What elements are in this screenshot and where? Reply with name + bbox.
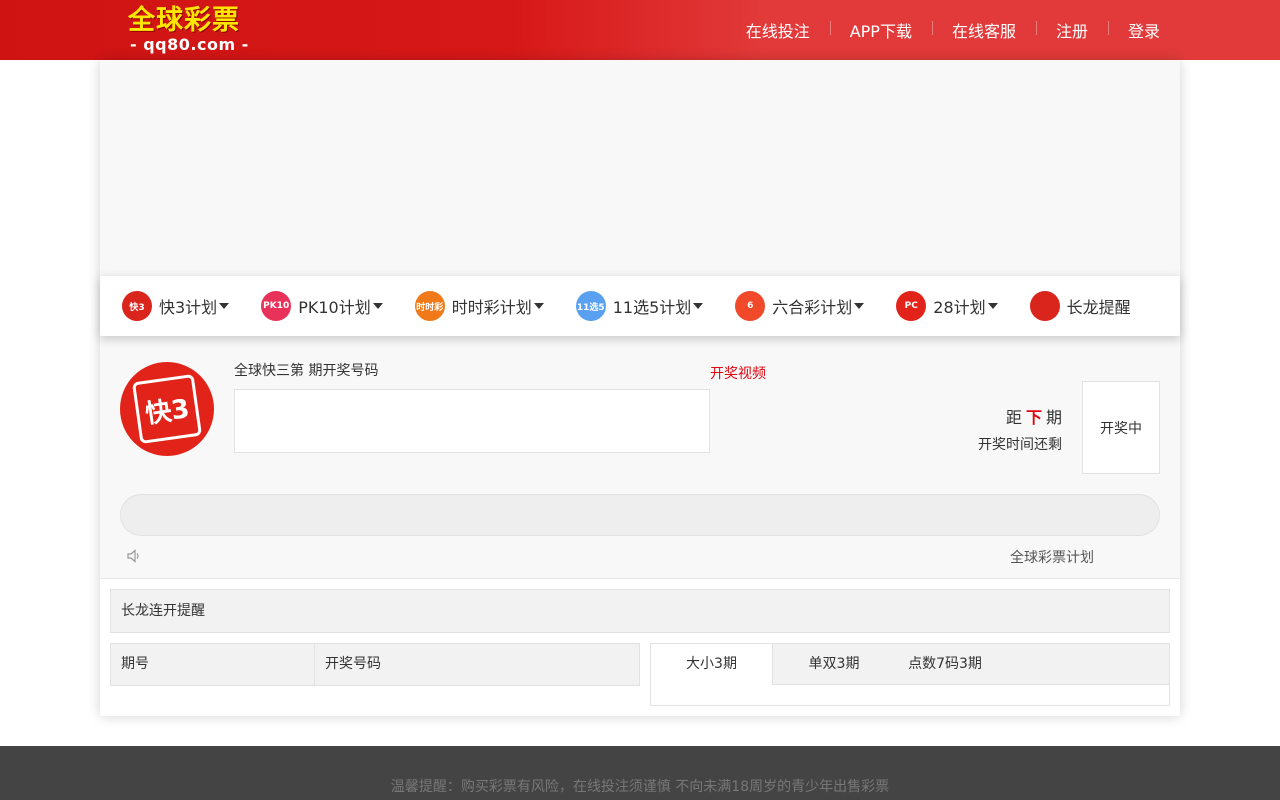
draw-status-box: 开奖中 xyxy=(1082,381,1160,474)
pc28-icon: PC xyxy=(896,291,927,321)
history-table-header: 期号 开奖号码 xyxy=(110,643,640,686)
tab-label: 快3计划 xyxy=(159,298,218,317)
tab-label: 六合彩计划 xyxy=(772,298,853,317)
tab-k3[interactable]: 快3 快3计划 xyxy=(122,276,230,336)
caret-down-icon xyxy=(987,303,998,309)
tab-label: 11选5计划 xyxy=(612,298,692,317)
next-highlight: 下 xyxy=(1025,408,1042,427)
site-header: 全球彩票 - qq80.com - 在线投注 APP下载 在线客服 注册 登录 xyxy=(0,0,1280,60)
tab-dragon[interactable]: 长龙提醒 xyxy=(1029,276,1131,336)
k3-logo: 快3 xyxy=(120,362,214,456)
nav-online-bet[interactable]: 在线投注 xyxy=(726,18,830,42)
caret-down-icon xyxy=(219,303,230,309)
tab-label: 长龙提醒 xyxy=(1066,298,1131,317)
tab-pc28[interactable]: PC 28计划 xyxy=(896,276,998,336)
draw-video-link[interactable]: 开奖视频 xyxy=(710,363,766,383)
logo-title: 全球彩票 xyxy=(128,5,240,36)
issue-line: 全球快三第 期开奖号码 xyxy=(234,363,379,379)
k3-logo-text: 快3 xyxy=(131,373,203,445)
tab-11x5[interactable]: 11选5 11选5计划 xyxy=(575,276,704,336)
lhc-icon: 6 xyxy=(735,291,766,321)
tab-lhc[interactable]: 6 六合彩计划 xyxy=(735,276,865,336)
tab-odd-even-3[interactable]: 单双3期 xyxy=(773,644,895,684)
tab-ssc[interactable]: 时时彩 时时彩计划 xyxy=(414,276,544,336)
tab-points-7-3[interactable]: 点数7码3期 xyxy=(895,644,995,684)
11x5-icon: 11选5 xyxy=(575,291,606,321)
pk10-icon: PK10 xyxy=(261,291,292,321)
banner-area xyxy=(100,60,1180,276)
caret-down-icon xyxy=(693,303,704,309)
nav-app-download[interactable]: APP下载 xyxy=(829,18,932,42)
sound-icon[interactable] xyxy=(126,548,142,564)
logo-subtitle: - qq80.com - xyxy=(130,35,249,54)
tab-size-3[interactable]: 大小3期 xyxy=(651,644,773,685)
nav-customer-service[interactable]: 在线客服 xyxy=(931,18,1036,42)
dragon-icon xyxy=(1029,291,1060,321)
draw-numbers-box xyxy=(234,389,710,453)
next-suffix: 期 xyxy=(1045,408,1062,427)
tab-label: 时时彩计划 xyxy=(451,298,532,317)
site-logo[interactable]: 全球彩票 - qq80.com - xyxy=(128,5,253,57)
tab-label: PK10计划 xyxy=(298,298,371,317)
site-footer: 温馨提醒：购买彩票有风险，在线投注须谨慎 不向未满18周岁的青少年出售彩票 xyxy=(0,746,1280,800)
caret-down-icon xyxy=(854,303,865,309)
main-container: 快3 快3计划 PK10 PK10计划 时时彩 时时彩计划 11选5 11选5计划 6 六合彩计划… xyxy=(100,60,1180,716)
caret-down-icon xyxy=(372,303,383,309)
nav-register[interactable]: 注册 xyxy=(1035,18,1108,42)
stats-panel: 大小3期 单双3期 点数7码3期 xyxy=(650,643,1170,706)
lottery-plan-tabs: 快3 快3计划 PK10 PK10计划 时时彩 时时彩计划 11选5 11选5计划 6 六合彩计划… xyxy=(100,276,1180,336)
next-prefix: 距 xyxy=(1005,408,1022,427)
top-nav: 在线投注 APP下载 在线客服 注册 登录 xyxy=(726,0,1180,60)
column-issue: 期号 xyxy=(111,644,315,685)
stats-tabs: 大小3期 单双3期 点数7码3期 xyxy=(651,644,1169,685)
countdown-progress-bar xyxy=(120,494,1160,536)
ssc-icon: 时时彩 xyxy=(414,291,445,321)
tab-label: 28计划 xyxy=(933,298,986,317)
tab-pk10[interactable]: PK10 PK10计划 xyxy=(261,276,383,336)
lower-section: 长龙连开提醒 期号 开奖号码 大小3期 单双3期 点数7码3期 xyxy=(100,578,1180,716)
footer-disclaimer: 温馨提醒：购买彩票有风险，在线投注须谨慎 不向未满18周岁的青少年出售彩票 xyxy=(390,779,890,795)
lottery-plan-link[interactable]: 全球彩票计划 xyxy=(1010,547,1094,567)
nav-login[interactable]: 登录 xyxy=(1107,18,1180,42)
column-draw-numbers: 开奖号码 xyxy=(325,656,381,672)
next-issue-label: 距下期 xyxy=(980,404,1062,428)
long-dragon-header: 长龙连开提醒 xyxy=(110,589,1170,633)
remaining-time-label: 开奖时间还剩 xyxy=(978,437,1062,453)
caret-down-icon xyxy=(533,303,544,309)
k3-icon: 快3 xyxy=(122,291,152,321)
